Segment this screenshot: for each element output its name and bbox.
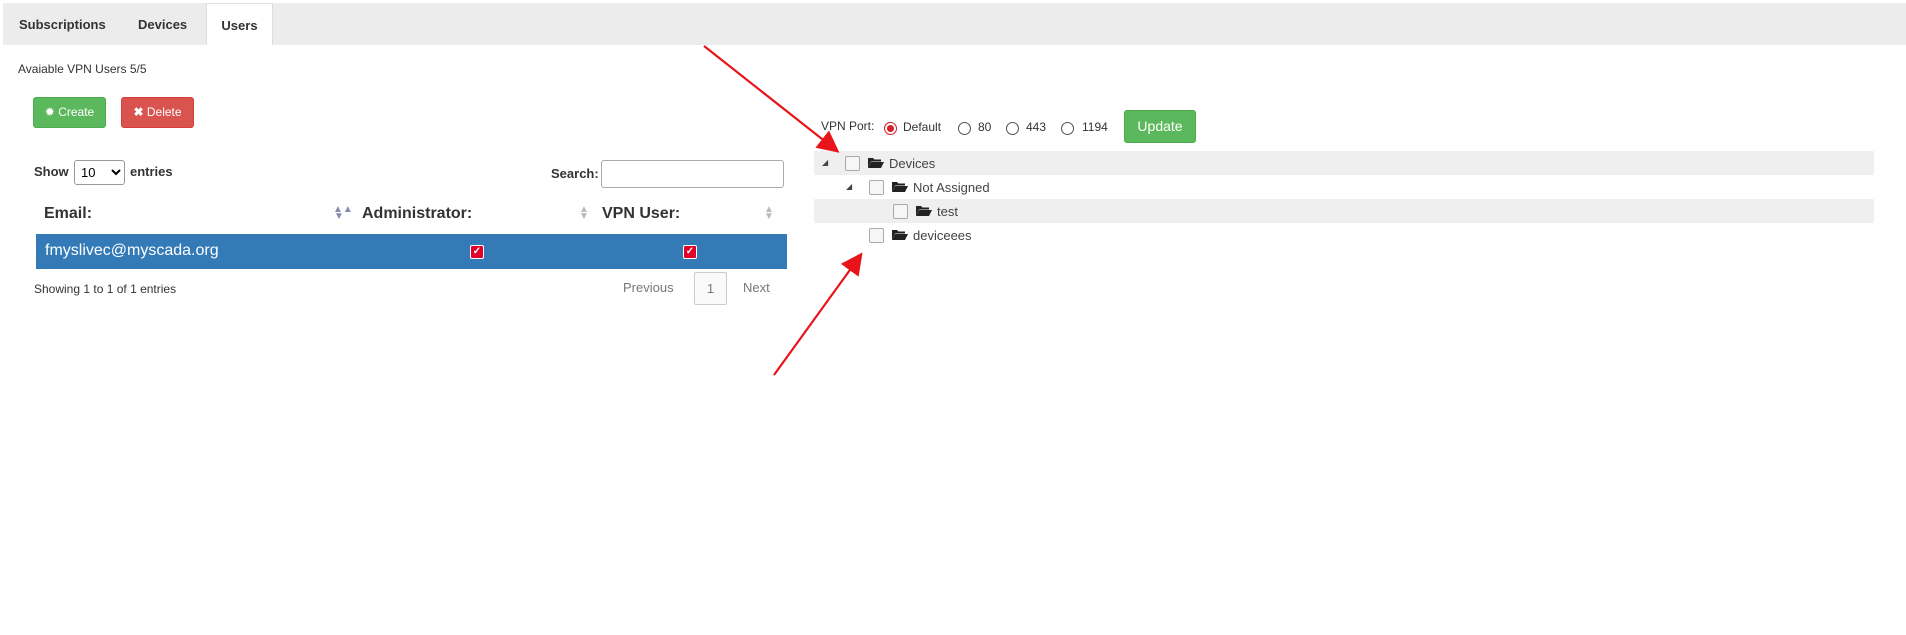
email-cell: fmyslivec@myscada.org [45, 242, 219, 259]
asterisk-icon: ✹ [44, 105, 55, 119]
vpn-port-option-label: Default [903, 120, 942, 134]
open-folder-icon [916, 206, 932, 216]
update-button[interactable]: Update [1124, 110, 1196, 143]
vpn-port-radio-1194[interactable] [1061, 122, 1074, 135]
column-header-email[interactable]: Email: [44, 205, 92, 223]
vpn-port-label: VPN Port: [821, 119, 875, 133]
page-length-select[interactable]: 10 [74, 160, 125, 185]
create-button-label: Create [58, 105, 95, 119]
vpn-user-checkbox[interactable]: ✓ [683, 245, 697, 259]
show-label: Show [34, 164, 69, 179]
tree-node-label: Devices [889, 156, 936, 171]
sort-both-icon[interactable]: ▲ ▼ [578, 205, 590, 222]
sort-asc-icon[interactable]: ▲▲ ▼ [333, 205, 353, 222]
tab-users[interactable]: Users [206, 3, 273, 45]
tree-node-devices[interactable]: ◢ Devices [814, 151, 1874, 175]
tree-node-not-assigned[interactable]: ◢ Not Assigned [814, 175, 1874, 199]
create-user-button[interactable]: ✹ Create [33, 97, 106, 128]
column-header-vpn-user[interactable]: VPN User: [602, 205, 680, 223]
tab-subscriptions[interactable]: Subscriptions [19, 3, 106, 45]
tree-node-label: deviceees [913, 228, 972, 243]
vpn-port-radio-443[interactable] [1006, 122, 1019, 135]
administrator-checkbox[interactable]: ✓ [470, 245, 484, 259]
delete-button-label: Delete [146, 105, 182, 119]
tree-checkbox[interactable] [869, 180, 884, 195]
vpn-port-radio-default[interactable] [884, 122, 897, 135]
search-input[interactable] [601, 160, 784, 188]
tree-node-label: Not Assigned [913, 180, 990, 195]
close-icon: ✖ [133, 105, 144, 119]
tree-node-test[interactable]: test [814, 199, 1874, 223]
vpn-port-option-label: 80 [978, 120, 992, 134]
sort-both-icon[interactable]: ▲ ▼ [763, 205, 775, 222]
table-row[interactable]: fmyslivec@myscada.org ✓ ✓ [36, 234, 787, 269]
tab-bar: Subscriptions Devices Users [3, 3, 1906, 45]
tree-node-label: test [937, 204, 958, 219]
tree-checkbox[interactable] [893, 204, 908, 219]
delete-user-button[interactable]: ✖ Delete [121, 97, 194, 128]
users-page: Subscriptions Devices Users Avaiable VPN… [3, 3, 1906, 635]
vpn-port-option-label: 443 [1026, 120, 1047, 134]
entries-label: entries [130, 164, 173, 179]
open-folder-icon [892, 182, 908, 192]
collapse-triangle-icon[interactable]: ◢ [846, 182, 852, 191]
pagination-current-page[interactable]: 1 [694, 272, 727, 305]
search-label: Search: [551, 166, 599, 181]
column-header-administrator[interactable]: Administrator: [362, 205, 472, 223]
tree-checkbox[interactable] [869, 228, 884, 243]
tree-node-deviceees[interactable]: deviceees [814, 223, 1874, 247]
available-users-count: Avaiable VPN Users 5/5 [18, 62, 147, 76]
open-folder-icon [892, 230, 908, 240]
vpn-port-radio-80[interactable] [958, 122, 971, 135]
tab-devices[interactable]: Devices [138, 3, 187, 45]
table-info: Showing 1 to 1 of 1 entries [34, 282, 177, 296]
vpn-port-option-label: 1194 [1082, 120, 1108, 134]
pagination-previous[interactable]: Previous [623, 280, 674, 295]
pagination-next[interactable]: Next [743, 280, 770, 295]
tree-checkbox[interactable] [845, 156, 860, 171]
open-folder-icon [868, 158, 884, 168]
collapse-triangle-icon[interactable]: ◢ [822, 158, 828, 167]
